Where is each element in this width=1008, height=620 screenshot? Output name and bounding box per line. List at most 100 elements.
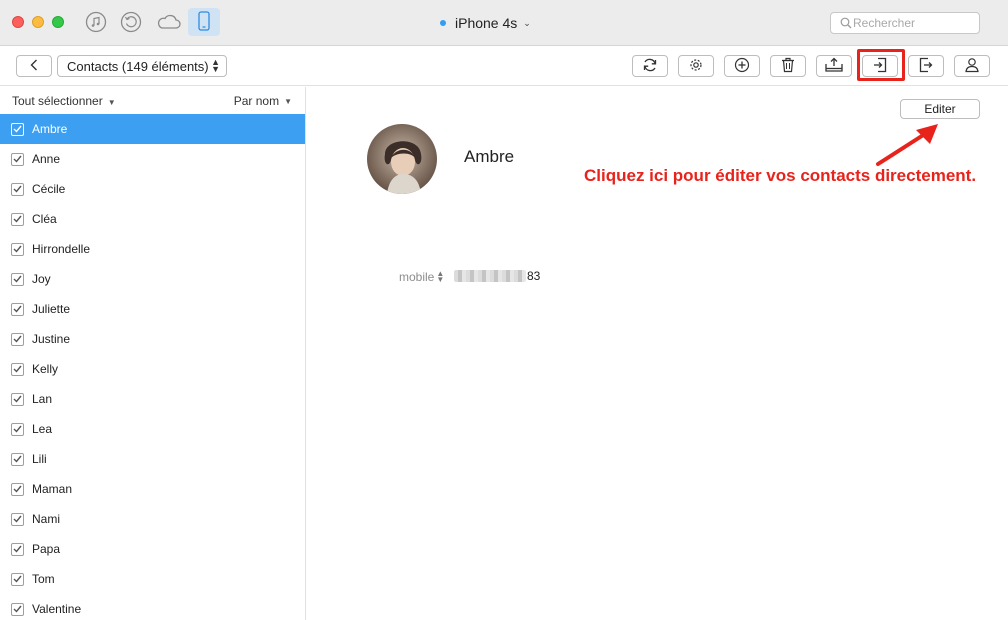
contact-row-label: Papa [32,542,61,556]
checkbox[interactable] [11,422,24,436]
contact-row[interactable]: Valentine [0,594,305,620]
checkbox[interactable] [11,212,24,226]
iphone-icon [198,10,210,34]
checkbox[interactable] [11,452,24,466]
contact-row[interactable]: Juliette [0,294,305,324]
close-window-button[interactable] [12,16,24,28]
checkbox[interactable] [11,602,24,616]
contact-row[interactable]: Hirrondelle [0,234,305,264]
checkbox[interactable] [11,512,24,526]
checkmark-icon [13,155,22,163]
device-button[interactable] [188,8,220,36]
annotation-arrow [876,124,938,166]
delete-button[interactable] [770,55,806,77]
checkbox[interactable] [11,272,24,286]
contact-row[interactable]: Nami [0,504,305,534]
contact-row[interactable]: Cléa [0,204,305,234]
category-label: Contacts (149 éléments) [67,58,209,74]
category-selector[interactable]: Contacts (149 éléments) ▲ ▼ [57,55,227,77]
contact-row-label: Lili [32,452,47,466]
contact-row-label: Tom [32,572,55,586]
caret-down-icon: ▼ [284,96,292,106]
checkmark-icon [13,125,22,133]
redacted-phone-digits [454,270,526,282]
title-bar: iPhone 4s ⌄ Rechercher [0,0,1008,46]
contact-list-sidebar: Tout sélectionner ▼ Par nom ▼ Ambre Anne Céc… [0,87,306,620]
settings-button[interactable] [678,55,714,77]
device-name: iPhone 4s [455,15,518,31]
contact-row-label: Valentine [32,602,82,616]
list-header: Tout sélectionner ▼ Par nom ▼ [0,87,305,114]
music-icon[interactable] [84,10,108,34]
search-placeholder: Rechercher [853,16,916,30]
checkmark-icon [13,305,22,313]
checkbox[interactable] [11,152,24,166]
checkbox[interactable] [11,392,24,406]
contact-row[interactable]: Maman [0,474,305,504]
minimize-window-button[interactable] [32,16,44,28]
checkbox[interactable] [11,302,24,316]
phone-type-selector[interactable]: mobile ▲ ▼ [399,270,444,285]
phone-type-label: mobile [399,270,435,284]
contact-card-button[interactable] [954,55,990,77]
export-to-computer-button[interactable] [816,55,852,77]
contact-row-label: Nami [32,512,61,526]
checkmark-icon [13,275,22,283]
zoom-window-button[interactable] [52,16,64,28]
checkbox[interactable] [11,242,24,256]
checkmark-icon [13,545,22,553]
contact-row-label: Cécile [32,182,66,196]
contact-row-label: Anne [32,152,61,166]
search-input[interactable]: Rechercher [830,12,980,34]
cloud-icon[interactable] [155,10,183,34]
back-button[interactable] [16,55,52,77]
checkmark-icon [13,605,22,613]
contact-row[interactable]: Lan [0,384,305,414]
checkbox[interactable] [11,332,24,346]
export-to-device-button[interactable] [908,55,944,77]
contact-row-label: Juliette [32,302,71,316]
checkbox[interactable] [11,182,24,196]
contact-row[interactable]: Lili [0,444,305,474]
contact-row[interactable]: Anne [0,144,305,174]
trash-icon [781,57,795,76]
sort-selector[interactable]: Par nom ▼ [234,94,292,108]
contact-row[interactable]: Papa [0,534,305,564]
contact-row[interactable]: Joy [0,264,305,294]
contact-row-label: Hirrondelle [32,242,91,256]
history-icon[interactable] [119,10,143,34]
contact-row[interactable]: Tom [0,564,305,594]
contact-row[interactable]: Justine [0,324,305,354]
contact-row-label: Kelly [32,362,59,376]
select-all-label: Tout sélectionner [12,93,103,108]
annotation-text: Cliquez ici pour éditer vos contacts dir… [584,166,977,185]
add-button[interactable] [724,55,760,77]
contact-row[interactable]: Ambre [0,114,305,144]
import-button-highlight [857,49,905,81]
checkbox[interactable] [11,122,24,136]
contact-row[interactable]: Lea [0,414,305,444]
contact-name: Ambre [464,147,515,166]
checkmark-icon [13,365,22,373]
contact-list: Ambre Anne Cécile Cléa Hirrondelle Joy Juliett… [0,114,305,620]
checkmark-icon [13,575,22,583]
select-all-toggle[interactable]: Tout sélectionner ▼ [12,94,116,108]
connection-status-dot [440,20,446,26]
contact-row-label: Joy [32,272,51,286]
device-selector[interactable]: iPhone 4s ⌄ [440,14,570,32]
checkbox[interactable] [11,362,24,376]
contact-avatar [367,124,437,194]
edit-button[interactable]: Editer [900,99,980,119]
contact-row-label: Cléa [32,212,57,226]
up-down-chevron-icon: ▲ ▼ [211,57,220,74]
checkbox[interactable] [11,482,24,496]
checkbox[interactable] [11,572,24,586]
settings-icon [688,57,704,76]
checkmark-icon [13,485,22,493]
phone-number: 83 [454,267,540,285]
contact-row[interactable]: Kelly [0,354,305,384]
checkbox[interactable] [11,542,24,556]
contact-row[interactable]: Cécile [0,174,305,204]
refresh-button[interactable] [632,55,668,77]
sort-label: Par nom [233,94,280,108]
